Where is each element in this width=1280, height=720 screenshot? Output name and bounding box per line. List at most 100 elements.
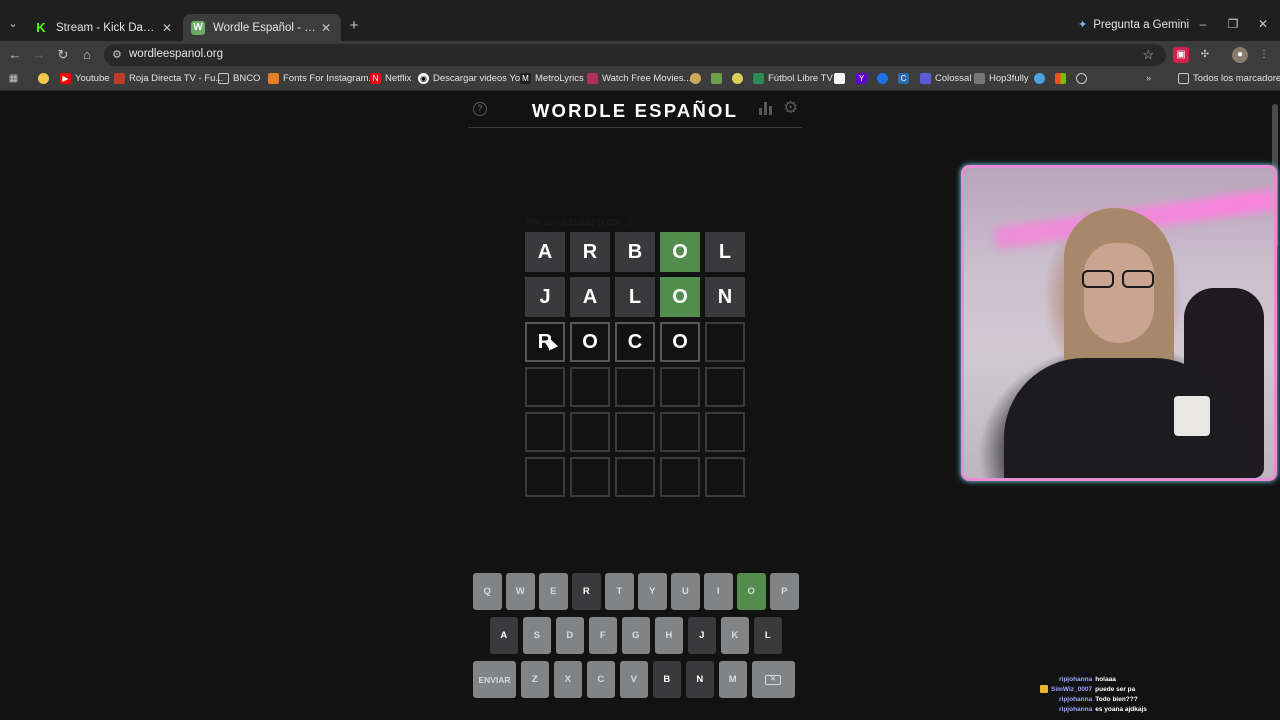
author-credit: Por arnoldodiaz (t.co/...) xyxy=(525,217,632,228)
key-m[interactable]: M xyxy=(718,661,747,698)
apps-grid-icon[interactable]: ▦ xyxy=(8,73,23,84)
enter-key[interactable]: ENVIAR xyxy=(473,661,516,698)
bookmark-icon-e[interactable] xyxy=(877,73,892,84)
key-k[interactable]: K xyxy=(720,617,749,654)
bookmark-netflix[interactable]: N Netflix xyxy=(370,73,411,84)
profile-avatar[interactable]: ● xyxy=(1232,47,1248,63)
bookmark-hop3fully[interactable]: Hop3fully xyxy=(974,73,1029,84)
board-tile xyxy=(570,457,610,497)
bookmark-icon-a[interactable] xyxy=(690,73,705,84)
tab-kick-dashboard[interactable]: K Stream - Kick Dashboard ✕ xyxy=(26,14,182,41)
tab-wordle-espanol[interactable]: W Wordle Español - Wordle ilimitado ✕ xyxy=(183,14,341,41)
microsoft-icon[interactable] xyxy=(1055,73,1070,84)
puzzle-icon[interactable]: ✣ xyxy=(1197,47,1213,63)
key-l[interactable]: L xyxy=(753,617,782,654)
chat-text: Todo bien??? xyxy=(1095,696,1138,703)
board-row: JALON xyxy=(525,277,746,317)
key-v[interactable]: V xyxy=(619,661,648,698)
key-s[interactable]: S xyxy=(522,617,551,654)
back-icon[interactable]: ← xyxy=(6,46,24,64)
close-window-icon[interactable]: ✕ xyxy=(1256,17,1270,31)
close-icon[interactable]: ✕ xyxy=(160,21,174,35)
yahoo-icon[interactable]: Y xyxy=(856,73,871,84)
key-e[interactable]: E xyxy=(539,573,568,610)
key-w[interactable]: W xyxy=(506,573,535,610)
key-g[interactable]: G xyxy=(621,617,650,654)
key-z[interactable]: Z xyxy=(520,661,549,698)
key-c[interactable]: C xyxy=(586,661,615,698)
backspace-key[interactable]: ✕ xyxy=(751,661,795,698)
board-tile xyxy=(525,412,565,452)
key-j[interactable]: J xyxy=(687,617,716,654)
emoji-bookmark[interactable] xyxy=(38,73,53,84)
bookmark-icon-b[interactable] xyxy=(711,73,726,84)
reload-icon[interactable]: ↻ xyxy=(54,46,72,64)
home-icon[interactable]: ⌂ xyxy=(78,46,96,64)
bookmark-roja-directa[interactable]: Roja Directa TV - Fu... xyxy=(114,73,223,84)
board-tile: C xyxy=(615,322,655,362)
restore-icon[interactable]: ❐ xyxy=(1226,17,1240,31)
tab-label: Wordle Español - Wordle ilimitado xyxy=(213,21,319,34)
all-bookmarks-folder[interactable]: Todos los marcadores xyxy=(1178,73,1280,84)
chat-message: SimWiz_0007 puede ser pa xyxy=(1040,685,1270,695)
bookmark-descargar-videos[interactable]: ◉ Descargar videos Yo... xyxy=(418,73,528,84)
chat-text: es yoana ajdkajs xyxy=(1095,706,1147,713)
extension-icon[interactable]: ▣ xyxy=(1173,47,1189,63)
key-t[interactable]: T xyxy=(605,573,634,610)
youtube-icon: ▶ xyxy=(60,73,71,84)
page-title: WORDLE ESPAÑOL xyxy=(531,100,739,121)
board-row xyxy=(525,412,746,452)
globe-icon[interactable] xyxy=(1076,73,1091,84)
gemini-button[interactable]: ✦ Pregunta a Gemini xyxy=(1078,18,1190,32)
key-f[interactable]: F xyxy=(588,617,617,654)
chat-message: ripjohanna es yoana ajdkajs xyxy=(1040,705,1270,715)
bookmarks-bar: ▦ ▶ Youtube Roja Directa TV - Fu... BNCO … xyxy=(0,69,1280,91)
menu-dots-icon[interactable]: ⋮ xyxy=(1256,47,1272,63)
bookmark-icon-d[interactable] xyxy=(834,73,849,84)
bookmark-youtube[interactable]: ▶ Youtube xyxy=(60,73,110,84)
more-bookmarks-icon[interactable]: » xyxy=(1146,73,1151,84)
bookmark-icon-f[interactable]: C xyxy=(898,73,913,84)
board-tile: O xyxy=(570,322,610,362)
key-o[interactable]: O xyxy=(737,573,766,610)
key-y[interactable]: Y xyxy=(638,573,667,610)
key-r[interactable]: R xyxy=(572,573,601,610)
sweater-logo xyxy=(1174,396,1210,436)
board-row xyxy=(525,457,746,497)
bookmark-star-icon[interactable]: ☆ xyxy=(1142,47,1154,63)
key-h[interactable]: H xyxy=(654,617,683,654)
bookmark-metrolyrics[interactable]: M MetroLyrics xyxy=(520,73,584,84)
board-tile xyxy=(660,412,700,452)
gemini-label: Pregunta a Gemini xyxy=(1093,18,1190,31)
bookmark-watch-free-movies[interactable]: Watch Free Movies... xyxy=(587,73,691,84)
key-b[interactable]: B xyxy=(652,661,681,698)
key-x[interactable]: X xyxy=(553,661,582,698)
tab-label: Stream - Kick Dashboard xyxy=(56,21,160,34)
forward-icon[interactable]: → xyxy=(30,46,48,64)
close-icon[interactable]: ✕ xyxy=(319,21,333,35)
plus-icon[interactable]: + xyxy=(345,17,363,35)
key-p[interactable]: P xyxy=(770,573,799,610)
bookmark-fonts-instagram[interactable]: Fonts For Instagram... xyxy=(268,73,376,84)
bookmark-futbol-libre[interactable]: Fútbol Libre TV xyxy=(753,73,833,84)
key-n[interactable]: N xyxy=(685,661,714,698)
bookmark-bnco[interactable]: BNCO xyxy=(218,73,260,84)
board-row: ARBOL xyxy=(525,232,746,272)
bookmark-icon-c[interactable] xyxy=(732,73,747,84)
site-info-icon[interactable]: ⚙ xyxy=(112,48,122,61)
key-q[interactable]: Q xyxy=(473,573,502,610)
chat-text: holaaa xyxy=(1095,676,1116,683)
gear-icon[interactable]: ⚙ xyxy=(783,98,798,118)
key-i[interactable]: I xyxy=(704,573,733,610)
key-d[interactable]: D xyxy=(555,617,584,654)
key-a[interactable]: A xyxy=(489,617,518,654)
bookmark-colossal[interactable]: Colossal xyxy=(920,73,971,84)
chevron-down-icon[interactable]: ⌄ xyxy=(4,15,22,33)
bookmark-icon-g[interactable] xyxy=(1034,73,1049,84)
key-u[interactable]: U xyxy=(671,573,700,610)
minimize-icon[interactable]: – xyxy=(1196,17,1210,31)
board-tile: A xyxy=(570,277,610,317)
stats-icon[interactable] xyxy=(759,101,773,115)
address-bar[interactable]: ⚙ wordleespanol.org ☆ xyxy=(104,44,1166,66)
webcam-overlay xyxy=(961,165,1277,481)
